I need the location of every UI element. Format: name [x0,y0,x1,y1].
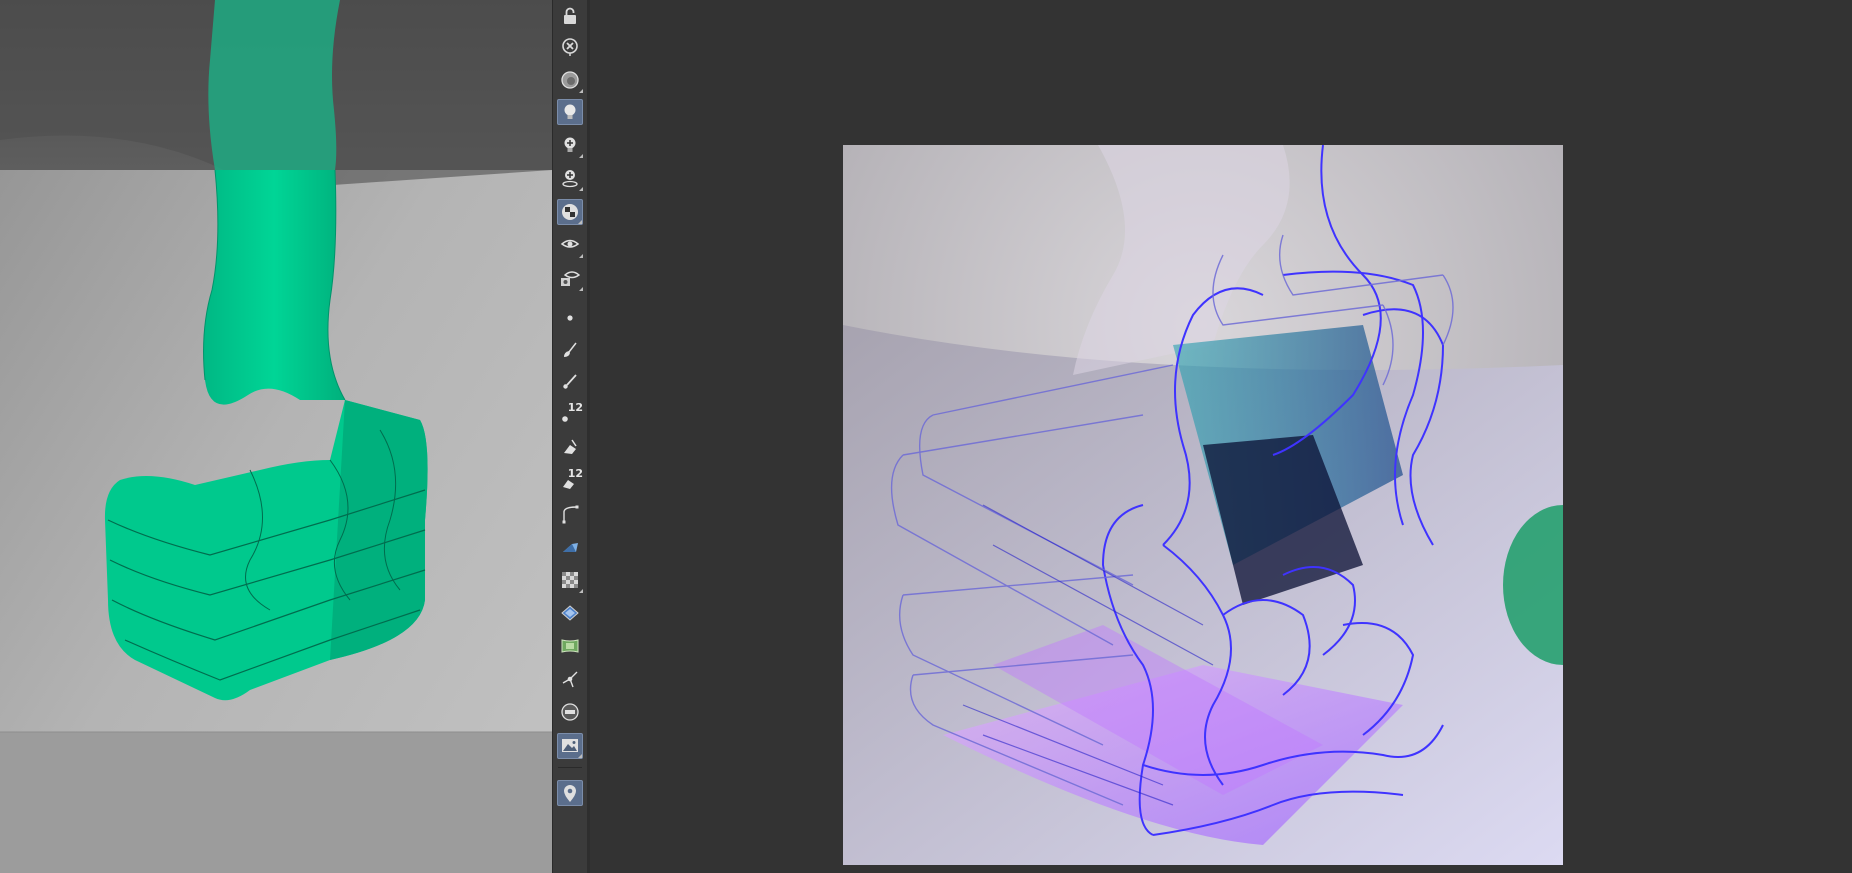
toolbar-separator [558,767,582,768]
3d-viewport[interactable] [0,0,552,873]
display-disk-icon[interactable] [557,67,583,93]
diamond-icon[interactable] [557,600,583,626]
map-icon[interactable] [557,633,583,659]
brush-size-icon[interactable]: 12 [557,401,583,427]
render-image [843,145,1563,865]
app-window: 12 12 [0,0,1852,873]
shape-icon[interactable] [557,534,583,560]
image-view-icon[interactable] [557,733,583,759]
brush-icon[interactable] [557,337,583,363]
add-light-icon[interactable] [557,132,583,158]
point-icon[interactable] [557,305,583,331]
close-circle-icon[interactable] [557,34,583,60]
lock-icon[interactable] [557,3,583,29]
transform-icon[interactable] [557,666,583,692]
erase-size-icon[interactable]: 12 [557,467,583,493]
render-view [590,0,1852,873]
pin-icon[interactable] [557,780,583,806]
place-light-icon[interactable] [557,165,583,191]
panel-icon[interactable] [557,699,583,725]
pen-icon[interactable] [557,369,583,395]
render-eye-icon[interactable] [557,265,583,291]
curve-icon[interactable] [557,501,583,527]
erase-icon[interactable] [557,434,583,460]
view-eye-icon[interactable] [557,232,583,258]
brush-size-badge: 12 [567,401,583,414]
render-scene [843,145,1563,865]
checker-icon[interactable] [557,567,583,593]
vertical-toolbar: 12 12 [552,0,588,873]
viewport-scene [0,0,552,873]
erase-size-badge: 12 [567,467,583,480]
light-bulb-icon[interactable] [557,99,583,125]
camera-checker-icon[interactable] [557,199,583,225]
